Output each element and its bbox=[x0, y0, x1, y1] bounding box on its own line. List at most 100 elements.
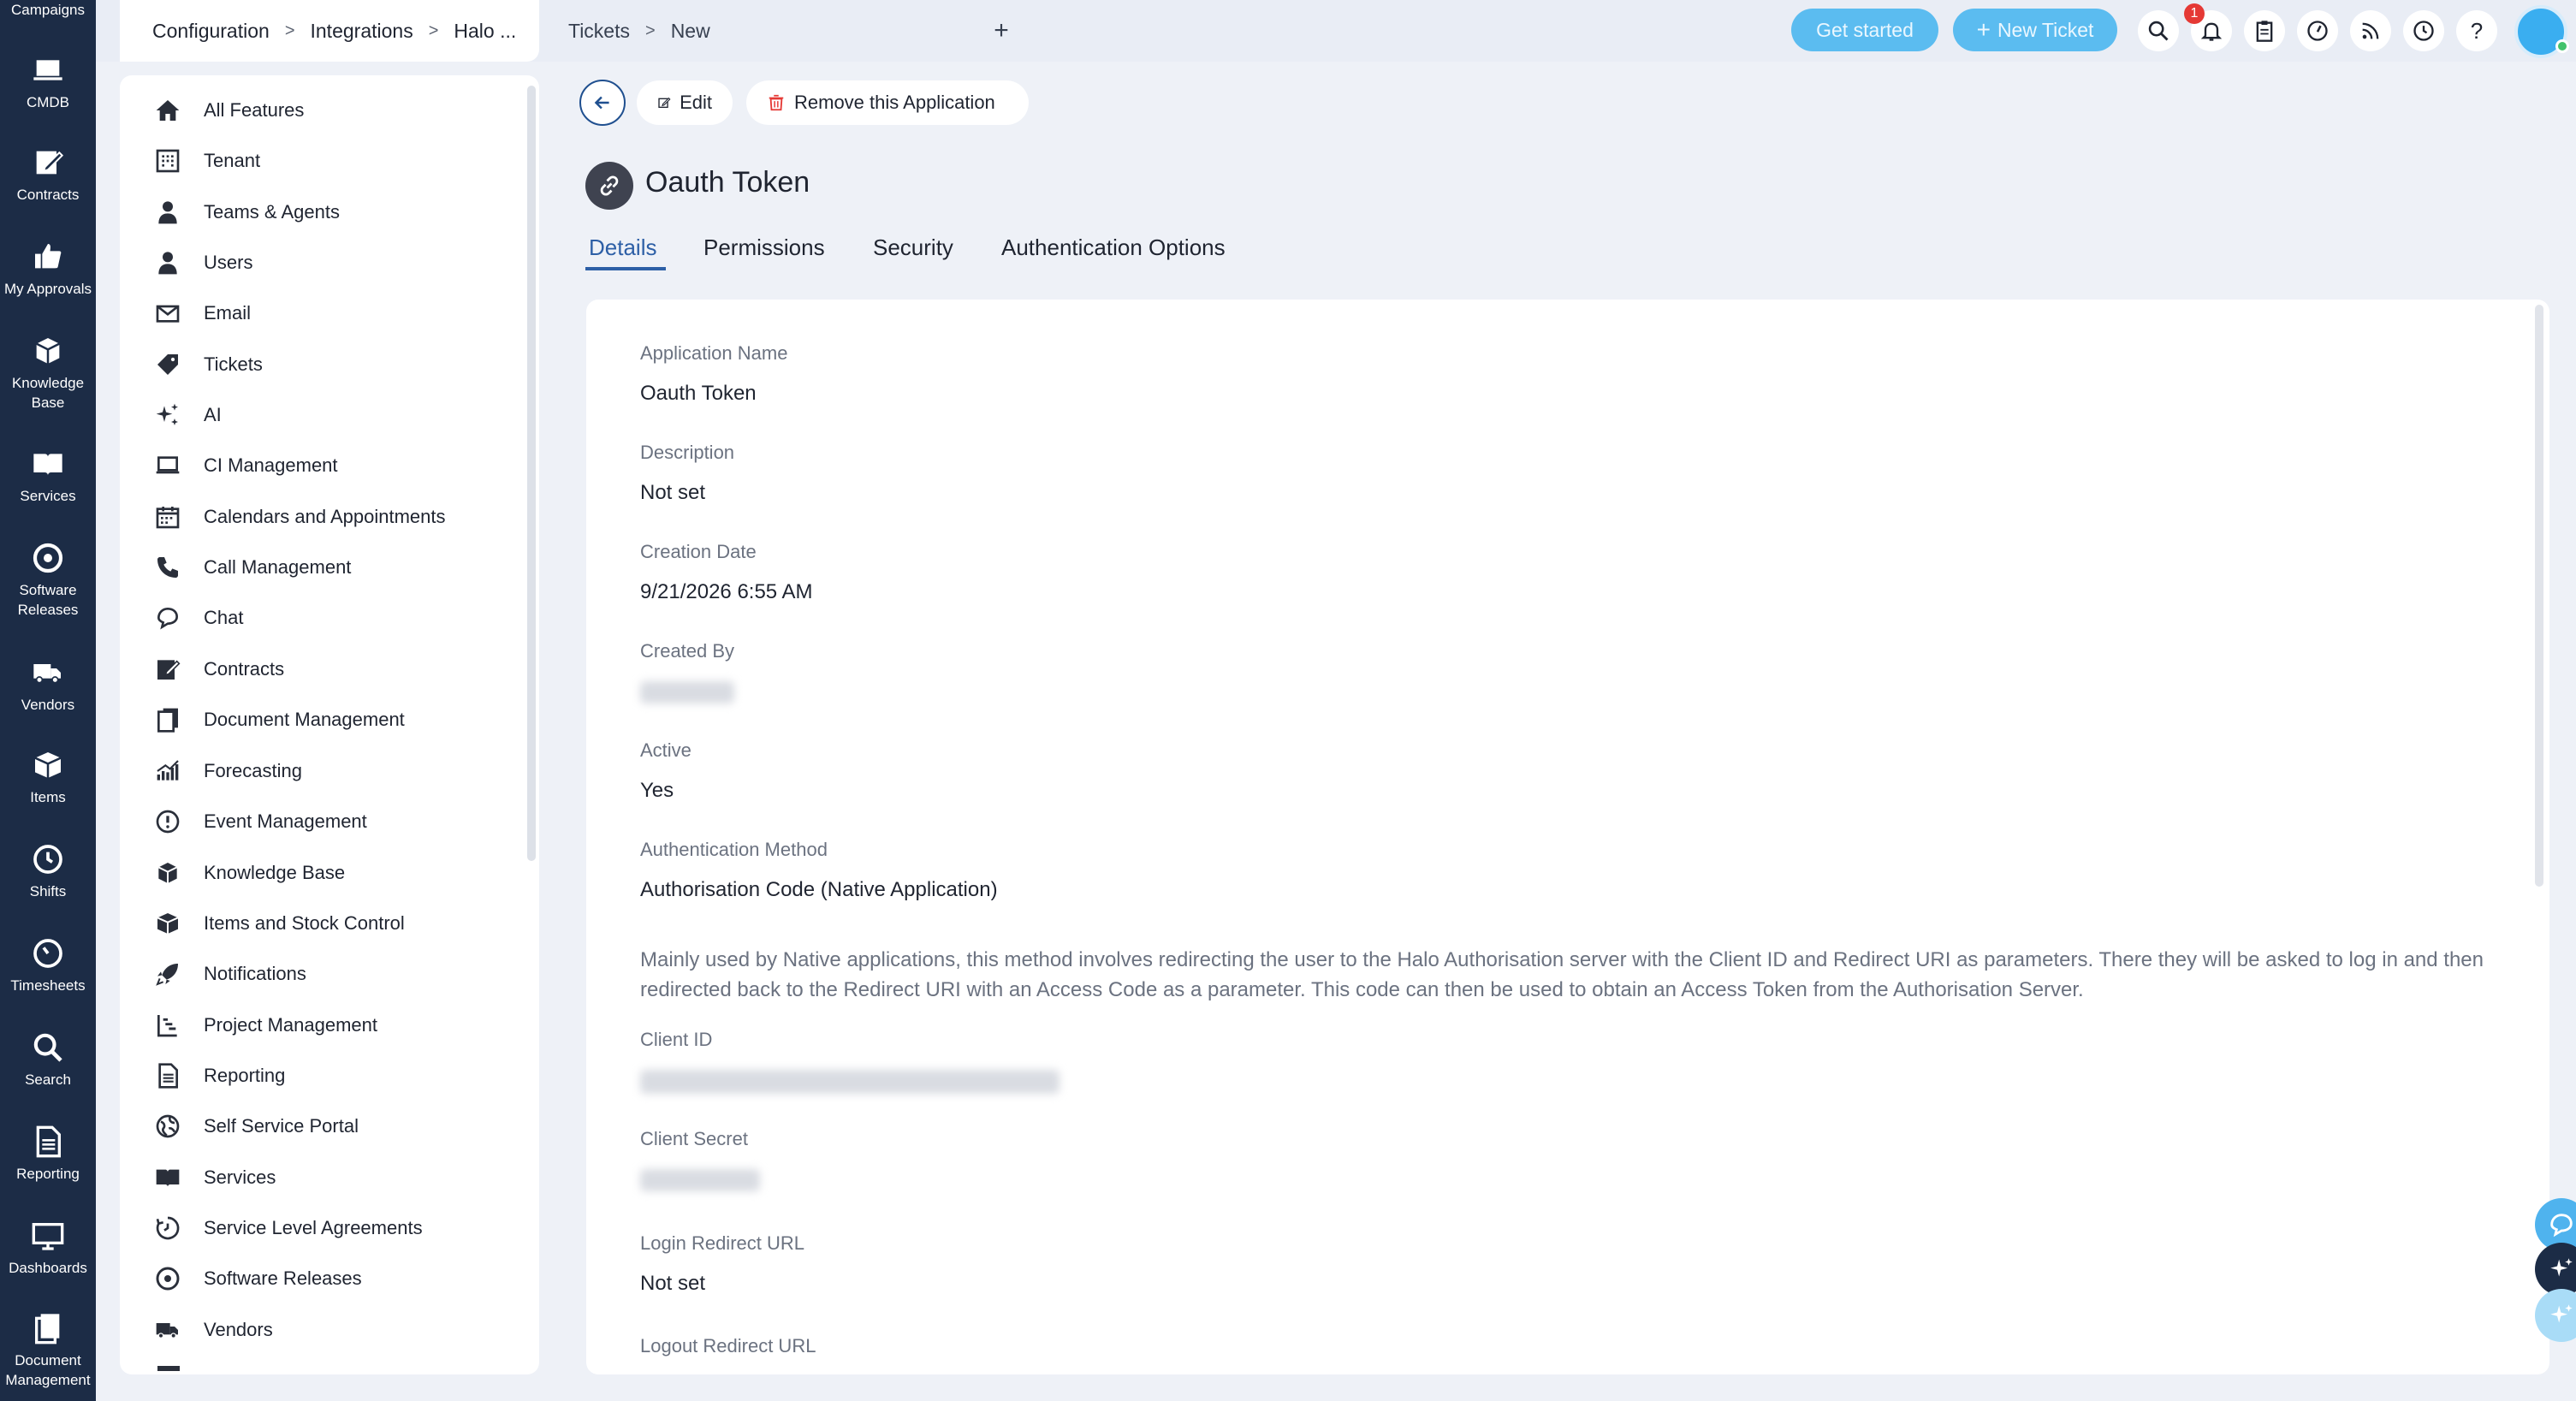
feature-item-items-stock[interactable]: Items and Stock Control bbox=[154, 906, 405, 941]
nav-item-document-management[interactable]: Document Management bbox=[0, 1311, 96, 1390]
notification-badge: 1 bbox=[2184, 3, 2205, 24]
feature-item-forecasting[interactable]: Forecasting bbox=[154, 754, 302, 788]
feature-item-project-management[interactable]: Project Management bbox=[154, 1008, 377, 1042]
breadcrumb-separator: > bbox=[428, 21, 439, 40]
remove-application-button[interactable]: Remove this Application bbox=[746, 80, 1029, 125]
back-button[interactable] bbox=[579, 80, 626, 126]
tab-authentication-options[interactable]: Authentication Options bbox=[1001, 234, 1226, 272]
nav-item-label: Campaigns bbox=[11, 2, 85, 18]
feature-item-label: Vendors bbox=[204, 1319, 273, 1340]
application-icon bbox=[585, 162, 633, 210]
feature-item-partial-icon bbox=[157, 1366, 180, 1371]
nav-item-dashboards[interactable]: Dashboards bbox=[0, 1219, 96, 1278]
feature-item-contracts[interactable]: Contracts bbox=[154, 652, 284, 686]
feature-item-label: Service Level Agreements bbox=[204, 1217, 423, 1238]
new-ticket-button[interactable]: + New Ticket bbox=[1953, 9, 2117, 51]
field-client-id: Client ID bbox=[640, 1029, 1059, 1094]
feature-item-tenant[interactable]: Tenant bbox=[154, 144, 260, 178]
nav-item-software-releases[interactable]: Software Releases bbox=[0, 541, 96, 620]
nav-item-services[interactable]: Services bbox=[0, 447, 96, 506]
field-value: 9/21/2026 6:55 AM bbox=[640, 580, 813, 603]
add-tab-button[interactable]: + bbox=[986, 15, 1017, 46]
feature-item-software-releases[interactable]: Software Releases bbox=[154, 1261, 362, 1296]
cubes-icon bbox=[36, 338, 60, 364]
tab-tickets-new[interactable]: Tickets > New bbox=[568, 0, 710, 62]
nav-item-cmdb[interactable]: CMDB bbox=[0, 53, 96, 112]
tab-permissions[interactable]: Permissions bbox=[703, 234, 825, 272]
feature-item-tickets[interactable]: Tickets bbox=[154, 347, 263, 382]
search-icon bbox=[2148, 21, 2169, 41]
page-title: Oauth Token bbox=[645, 166, 810, 199]
nav-item-shifts[interactable]: Shifts bbox=[0, 842, 96, 901]
disc-icon bbox=[156, 1267, 180, 1291]
tab-security[interactable]: Security bbox=[873, 234, 953, 272]
field-label: Created By bbox=[640, 640, 735, 662]
details-card-scrollbar[interactable] bbox=[2535, 305, 2543, 887]
field-label: Application Name bbox=[640, 342, 788, 364]
field-application-name: Application Name Oauth Token bbox=[640, 342, 787, 406]
feature-item-call-management[interactable]: Call Management bbox=[154, 550, 351, 585]
edit-button[interactable]: Edit bbox=[637, 80, 733, 125]
feature-item-calendars[interactable]: Calendars and Appointments bbox=[154, 500, 446, 534]
field-label: Active bbox=[640, 739, 691, 761]
feature-item-teams-agents[interactable]: Teams & Agents bbox=[154, 195, 340, 229]
feature-item-label: Software Releases bbox=[204, 1267, 362, 1289]
field-label: Client Secret bbox=[640, 1128, 748, 1149]
field-label: Description bbox=[640, 442, 735, 463]
building-icon bbox=[156, 149, 180, 173]
help-button[interactable]: ? bbox=[2456, 10, 2497, 51]
redacted-value bbox=[640, 681, 734, 703]
feature-item-services[interactable]: Services bbox=[154, 1161, 276, 1195]
nav-item-contracts[interactable]: Contracts bbox=[0, 145, 96, 205]
field-client-secret: Client Secret bbox=[640, 1128, 760, 1191]
feature-item-vendors[interactable]: Vendors bbox=[154, 1313, 273, 1347]
agent-icon bbox=[158, 201, 177, 224]
feature-item-reporting[interactable]: Reporting bbox=[154, 1059, 285, 1093]
feature-item-ai[interactable]: AI bbox=[154, 398, 222, 432]
feature-item-sla[interactable]: Service Level Agreements bbox=[154, 1211, 423, 1245]
feature-item-users[interactable]: Users bbox=[154, 246, 252, 280]
feature-item-label: Services bbox=[204, 1167, 276, 1188]
feature-item-self-service-portal[interactable]: Self Service Portal bbox=[154, 1109, 359, 1143]
rss-button[interactable] bbox=[2350, 10, 2391, 51]
feature-sidebar-scrollbar[interactable] bbox=[527, 86, 536, 861]
truck-icon bbox=[33, 664, 61, 684]
help-icon: ? bbox=[2470, 17, 2484, 44]
nav-item-campaigns[interactable]: Campaigns bbox=[0, 0, 96, 20]
truck-icon bbox=[156, 1323, 178, 1339]
timer-icon bbox=[33, 939, 62, 968]
feature-item-notifications[interactable]: Notifications bbox=[154, 957, 306, 991]
nav-item-knowledge-base[interactable]: Knowledge Base bbox=[0, 334, 96, 413]
nav-item-timesheets[interactable]: Timesheets bbox=[0, 936, 96, 995]
clipboard-button[interactable] bbox=[2244, 10, 2285, 51]
nav-item-my-approvals[interactable]: My Approvals bbox=[0, 240, 96, 299]
feature-item-all-features[interactable]: All Features bbox=[154, 93, 304, 128]
breadcrumb[interactable]: Configuration > Integrations > Halo ... bbox=[120, 0, 539, 62]
nav-item-items[interactable]: Items bbox=[0, 748, 96, 807]
edit-label: Edit bbox=[680, 92, 712, 113]
sparkle-icon bbox=[2550, 1304, 2573, 1323]
history-button[interactable] bbox=[2403, 10, 2444, 51]
breadcrumb-integrations[interactable]: Integrations bbox=[311, 20, 413, 43]
breadcrumb-configuration[interactable]: Configuration bbox=[152, 20, 270, 43]
search-button[interactable] bbox=[2138, 10, 2179, 51]
nav-item-reporting[interactable]: Reporting bbox=[0, 1125, 96, 1184]
nav-item-vendors[interactable]: Vendors bbox=[0, 656, 96, 715]
feature-item-label: Document Management bbox=[204, 709, 405, 730]
get-started-button[interactable]: Get started bbox=[1791, 9, 1938, 51]
feature-item-event-management[interactable]: Event Management bbox=[154, 804, 367, 839]
speedometer-button[interactable] bbox=[2297, 10, 2338, 51]
feature-item-email[interactable]: Email bbox=[154, 296, 251, 330]
feature-item-label: Chat bbox=[204, 607, 244, 628]
feature-item-document-management[interactable]: Document Management bbox=[154, 703, 405, 737]
feature-item-ci-management[interactable]: CI Management bbox=[154, 448, 338, 483]
feature-item-label: All Features bbox=[204, 99, 305, 121]
breadcrumb-halo[interactable]: Halo ... bbox=[454, 20, 516, 43]
field-value: Yes bbox=[640, 779, 674, 802]
laptop-icon bbox=[156, 456, 180, 474]
sparkle-icon bbox=[2550, 1258, 2573, 1277]
feature-item-knowledge-base[interactable]: Knowledge Base bbox=[154, 856, 345, 890]
feature-item-chat[interactable]: Chat bbox=[154, 601, 243, 635]
book-icon bbox=[156, 1169, 180, 1187]
nav-item-search[interactable]: Search bbox=[0, 1030, 96, 1089]
